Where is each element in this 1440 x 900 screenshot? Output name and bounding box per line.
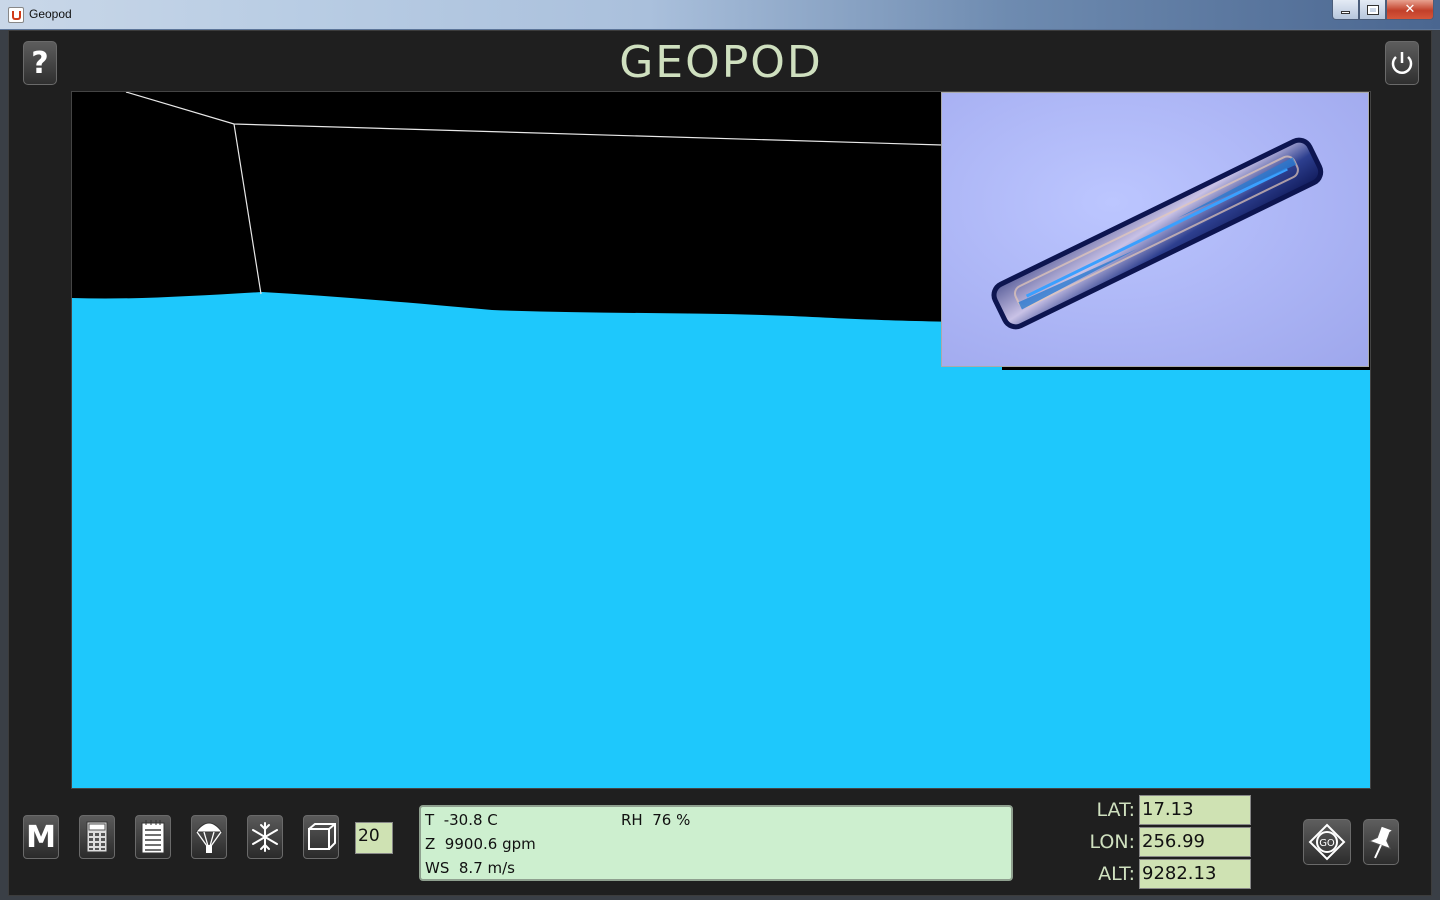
menu-button[interactable]: M	[23, 815, 59, 859]
humidity-readout: RH 76 %	[621, 811, 691, 829]
particle-count-field[interactable]: 20	[355, 822, 393, 854]
window-title: Geopod	[29, 7, 72, 21]
power-button[interactable]	[1385, 41, 1419, 85]
snowflake-icon	[252, 822, 278, 852]
ice-crystal-image	[941, 92, 1369, 367]
notepad-icon	[141, 820, 165, 854]
menu-icon: M	[26, 819, 56, 855]
app-logo: GEOPOD	[619, 37, 823, 88]
window-controls: ✕	[1332, 0, 1434, 20]
app-frame: ? GEOPOD M 20 T -30.8 C RH 76 % Z 9900.6…	[8, 30, 1432, 896]
snowflake-button[interactable]	[247, 815, 283, 859]
parachute-button[interactable]	[191, 815, 227, 859]
pin-button[interactable]	[1363, 819, 1399, 865]
parachute-icon	[195, 822, 223, 853]
close-button[interactable]: ✕	[1386, 0, 1434, 20]
window-titlebar: Geopod ✕	[0, 0, 1440, 30]
pushpin-icon	[1368, 825, 1394, 859]
minimize-icon	[1341, 11, 1350, 14]
java-app-icon	[8, 7, 24, 23]
grid-box-button[interactable]	[303, 815, 339, 859]
power-icon	[1391, 52, 1413, 74]
ice-crystal-icon	[991, 137, 1324, 330]
notepad-button[interactable]	[135, 815, 171, 859]
lat-field[interactable]: 17.13	[1139, 795, 1251, 825]
go-icon: GO	[1308, 823, 1346, 861]
maximize-button[interactable]	[1359, 0, 1386, 20]
temperature-readout: T -30.8 C	[425, 811, 498, 829]
lon-label: LON:	[1089, 831, 1135, 853]
calculator-icon	[86, 821, 108, 853]
alt-label: ALT:	[1098, 863, 1135, 885]
go-label: GO	[1319, 838, 1335, 849]
maximize-icon	[1366, 4, 1379, 15]
calculator-button[interactable]	[79, 815, 115, 859]
height-readout: Z 9900.6 gpm	[425, 835, 536, 853]
close-icon: ✕	[1404, 2, 1416, 17]
alt-field[interactable]: 9282.13	[1139, 859, 1251, 889]
minimize-button[interactable]	[1332, 0, 1359, 20]
sensor-readout: T -30.8 C RH 76 % Z 9900.6 gpm WS 8.7 m/…	[419, 805, 1013, 881]
lat-label: LAT:	[1096, 799, 1135, 821]
go-button[interactable]: GO	[1303, 819, 1351, 865]
wind-speed-readout: WS 8.7 m/s	[425, 859, 515, 877]
cube-icon	[308, 823, 336, 850]
lon-field[interactable]: 256.99	[1139, 827, 1251, 857]
